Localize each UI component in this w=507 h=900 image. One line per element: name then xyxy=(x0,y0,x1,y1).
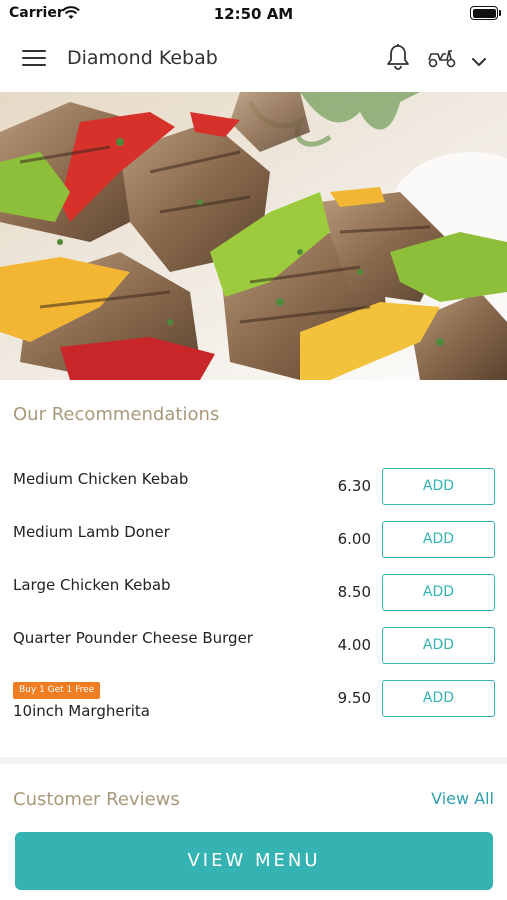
status-time: 12:50 AM xyxy=(213,5,294,23)
status-bar: Carrier 12:50 AM xyxy=(0,0,507,26)
restaurant-title: Diamond Kebab xyxy=(67,47,218,69)
section-divider xyxy=(0,757,507,764)
recommendations-title: Our Recommendations xyxy=(13,404,220,425)
view-all-reviews-link[interactable]: View All xyxy=(390,789,494,808)
add-button[interactable]: ADD xyxy=(382,680,495,717)
menu-item-price: 8.50 xyxy=(337,583,371,601)
battery-tip xyxy=(499,10,501,16)
menu-item-name: Large Chicken Kebab xyxy=(13,576,171,594)
hamburger-menu-icon[interactable] xyxy=(22,50,46,68)
menu-item-name: Medium Lamb Doner xyxy=(13,523,170,541)
menu-item-name: Medium Chicken Kebab xyxy=(13,470,189,488)
battery-icon xyxy=(470,6,498,20)
menu-item-price: 4.00 xyxy=(337,636,371,654)
bell-icon[interactable] xyxy=(385,43,411,75)
menu-item-name: Quarter Pounder Cheese Burger xyxy=(13,629,253,647)
menu-item-name: 10inch Margherita xyxy=(13,702,150,720)
add-button[interactable]: ADD xyxy=(382,574,495,611)
menu-item-price: 6.00 xyxy=(337,530,371,548)
promo-badge: Buy 1 Get 1 Free xyxy=(13,682,101,699)
scooter-icon[interactable] xyxy=(427,46,457,72)
hero-food-image xyxy=(0,92,507,380)
add-button[interactable]: ADD xyxy=(382,468,495,505)
menu-item-price: 9.50 xyxy=(337,689,371,707)
menu-item-price: 6.30 xyxy=(337,477,371,495)
add-button[interactable]: ADD xyxy=(382,627,495,664)
reviews-title: Customer Reviews xyxy=(13,789,180,810)
chevron-down-icon[interactable] xyxy=(471,52,487,71)
add-button[interactable]: ADD xyxy=(382,521,495,558)
app-header: Diamond Kebab xyxy=(0,26,507,92)
view-menu-button[interactable]: VIEW MENU xyxy=(15,832,493,890)
